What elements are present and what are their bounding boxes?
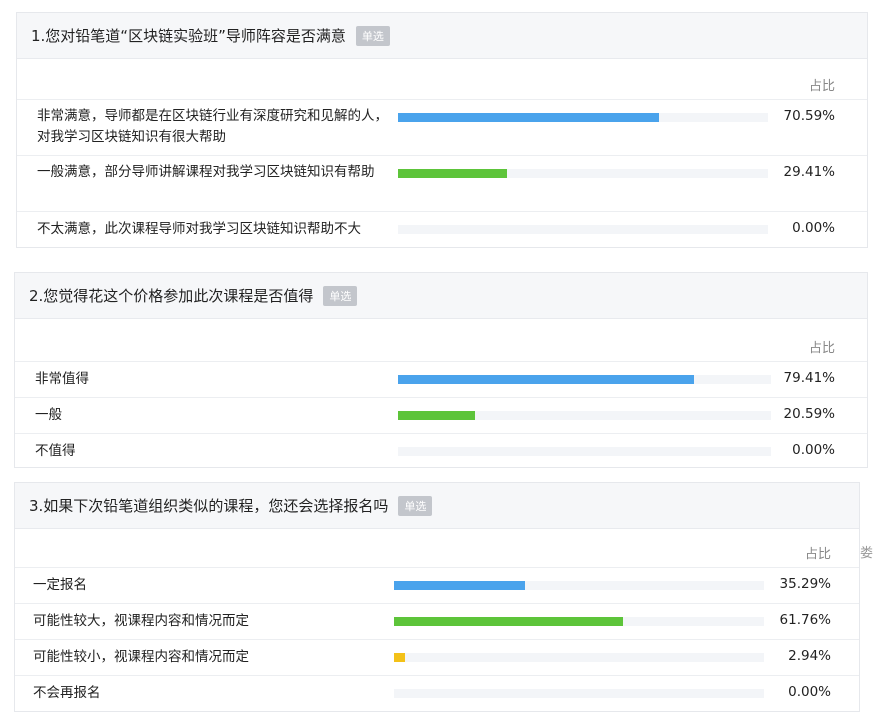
percentage-column-header: 占比 bbox=[804, 547, 831, 562]
option-label: 不会再报名 bbox=[33, 685, 101, 701]
edge-text-fragment: 娄 bbox=[860, 546, 874, 561]
option-row: 非常满意，导师都是在区块链行业有深度研究和见解的人，对我学习区块链知识有很大帮助… bbox=[17, 99, 867, 155]
question-header: 2.您觉得花这个价格参加此次课程是否值得 单选 bbox=[15, 273, 867, 319]
option-percentage: 29.41% bbox=[783, 164, 835, 180]
option-row: 可能性较大，视课程内容和情况而定 61.76% bbox=[15, 603, 859, 639]
question-title: 1.您对铅笔道“区块链实验班”导师阵容是否满意 bbox=[31, 27, 346, 45]
option-label: 一般 bbox=[35, 407, 62, 423]
bar-track bbox=[394, 653, 764, 662]
bar-fill bbox=[398, 411, 475, 420]
question-panel-3: 3.如果下次铅笔道组织类似的课程，您还会选择报名吗 单选占比一定报名 35.29% 可… bbox=[14, 482, 860, 712]
bar-track bbox=[394, 581, 764, 590]
option-row: 非常值得 79.41% bbox=[15, 361, 867, 397]
option-percentage: 35.29% bbox=[779, 576, 831, 592]
bar-track bbox=[398, 411, 771, 420]
option-percentage: 0.00% bbox=[792, 220, 835, 236]
bar-track bbox=[398, 225, 768, 234]
bar-track bbox=[398, 447, 771, 456]
single-choice-badge: 单选 bbox=[355, 25, 390, 46]
option-percentage: 20.59% bbox=[783, 406, 835, 422]
question-header: 3.如果下次铅笔道组织类似的课程，您还会选择报名吗 单选 bbox=[15, 483, 859, 529]
bar-track bbox=[394, 689, 764, 698]
single-choice-badge: 单选 bbox=[398, 495, 433, 516]
option-row: 可能性较小，视课程内容和情况而定 2.94% bbox=[15, 639, 859, 675]
option-label: 可能性较大，视课程内容和情况而定 bbox=[33, 613, 249, 629]
option-percentage: 0.00% bbox=[792, 442, 835, 458]
option-percentage: 79.41% bbox=[783, 370, 835, 386]
option-row: 一定报名 35.29% bbox=[15, 567, 859, 603]
option-label: 不太满意，此次课程导师对我学习区块链知识帮助不大 bbox=[37, 221, 361, 237]
bar-track bbox=[398, 113, 768, 122]
bar-track bbox=[398, 169, 768, 178]
bar-track bbox=[398, 375, 771, 384]
option-row: 一般 20.59% bbox=[15, 397, 867, 433]
option-label: 一定报名 bbox=[33, 577, 87, 593]
percentage-column-header: 占比 bbox=[808, 79, 835, 94]
bar-fill bbox=[398, 113, 660, 122]
option-label: 可能性较小，视课程内容和情况而定 bbox=[33, 649, 249, 665]
option-row: 不太满意，此次课程导师对我学习区块链知识帮助不大 0.00% bbox=[17, 211, 867, 247]
option-row: 一般满意，部分导师讲解课程对我学习区块链知识有帮助 29.41% bbox=[17, 155, 867, 211]
option-label: 非常值得 bbox=[35, 371, 89, 387]
bar-track bbox=[394, 617, 764, 626]
single-choice-badge: 单选 bbox=[323, 285, 358, 306]
bar-fill bbox=[394, 617, 623, 626]
bar-fill bbox=[394, 581, 525, 590]
question-panel-1: 1.您对铅笔道“区块链实验班”导师阵容是否满意 单选占比非常满意，导师都是在区块链… bbox=[16, 12, 868, 248]
option-row: 不值得 0.00% bbox=[15, 433, 867, 469]
option-label: 不值得 bbox=[35, 443, 76, 459]
option-row: 不会再报名 0.00% bbox=[15, 675, 859, 711]
question-panel-2: 2.您觉得花这个价格参加此次课程是否值得 单选占比非常值得 79.41% 一般 20.5… bbox=[14, 272, 868, 468]
bar-fill bbox=[398, 375, 695, 384]
option-percentage: 0.00% bbox=[788, 684, 831, 700]
question-header: 1.您对铅笔道“区块链实验班”导师阵容是否满意 单选 bbox=[17, 13, 867, 59]
bar-fill bbox=[394, 653, 405, 662]
bar-fill bbox=[398, 169, 507, 178]
option-percentage: 2.94% bbox=[788, 648, 831, 664]
option-percentage: 61.76% bbox=[779, 612, 831, 628]
percentage-column-header: 占比 bbox=[808, 341, 835, 356]
option-label: 非常满意，导师都是在区块链行业有深度研究和见解的人，对我学习区块链知识有很大帮助 bbox=[37, 108, 388, 145]
question-title: 2.您觉得花这个价格参加此次课程是否值得 bbox=[29, 287, 314, 305]
option-label: 一般满意，部分导师讲解课程对我学习区块链知识有帮助 bbox=[37, 164, 375, 180]
option-percentage: 70.59% bbox=[783, 108, 835, 124]
question-title: 3.如果下次铅笔道组织类似的课程，您还会选择报名吗 bbox=[29, 497, 389, 515]
